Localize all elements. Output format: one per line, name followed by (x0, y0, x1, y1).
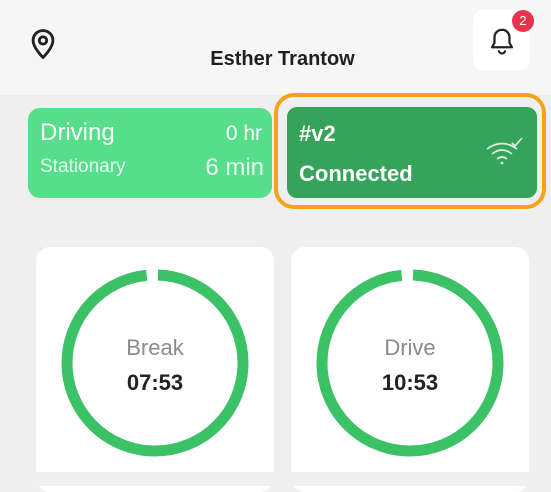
drive-progress-ring (316, 269, 504, 457)
drive-time: 10:53 (381, 370, 439, 395)
driver-name: Esther Trantow (210, 48, 355, 70)
stationary-time: 6 min (205, 154, 264, 181)
bell-icon (490, 28, 514, 55)
driving-label: Driving (40, 119, 115, 146)
stationary-label: Stationary (40, 156, 126, 177)
driving-status-card[interactable]: Driving 0 hr Stationary 6 min (28, 108, 272, 198)
notification-badge: 2 (512, 10, 534, 32)
device-id: #v2 (299, 121, 336, 146)
bottom-edge (0, 472, 551, 486)
wifi-connected-icon (486, 137, 523, 165)
break-time: 07:53 (126, 370, 184, 395)
app-header: Esther Trantow 2 (0, 0, 551, 95)
driving-time: 0 hr (225, 122, 262, 145)
drive-timer-card[interactable]: Drive 10:53 (291, 247, 529, 492)
break-timer-card[interactable]: Break 07:53 (36, 247, 274, 492)
device-connection-card[interactable]: #v2 Connected (287, 107, 537, 198)
drive-label: Drive (384, 335, 436, 360)
break-label: Break (126, 335, 184, 360)
break-progress-ring (61, 269, 249, 457)
connection-status: Connected (299, 161, 413, 186)
